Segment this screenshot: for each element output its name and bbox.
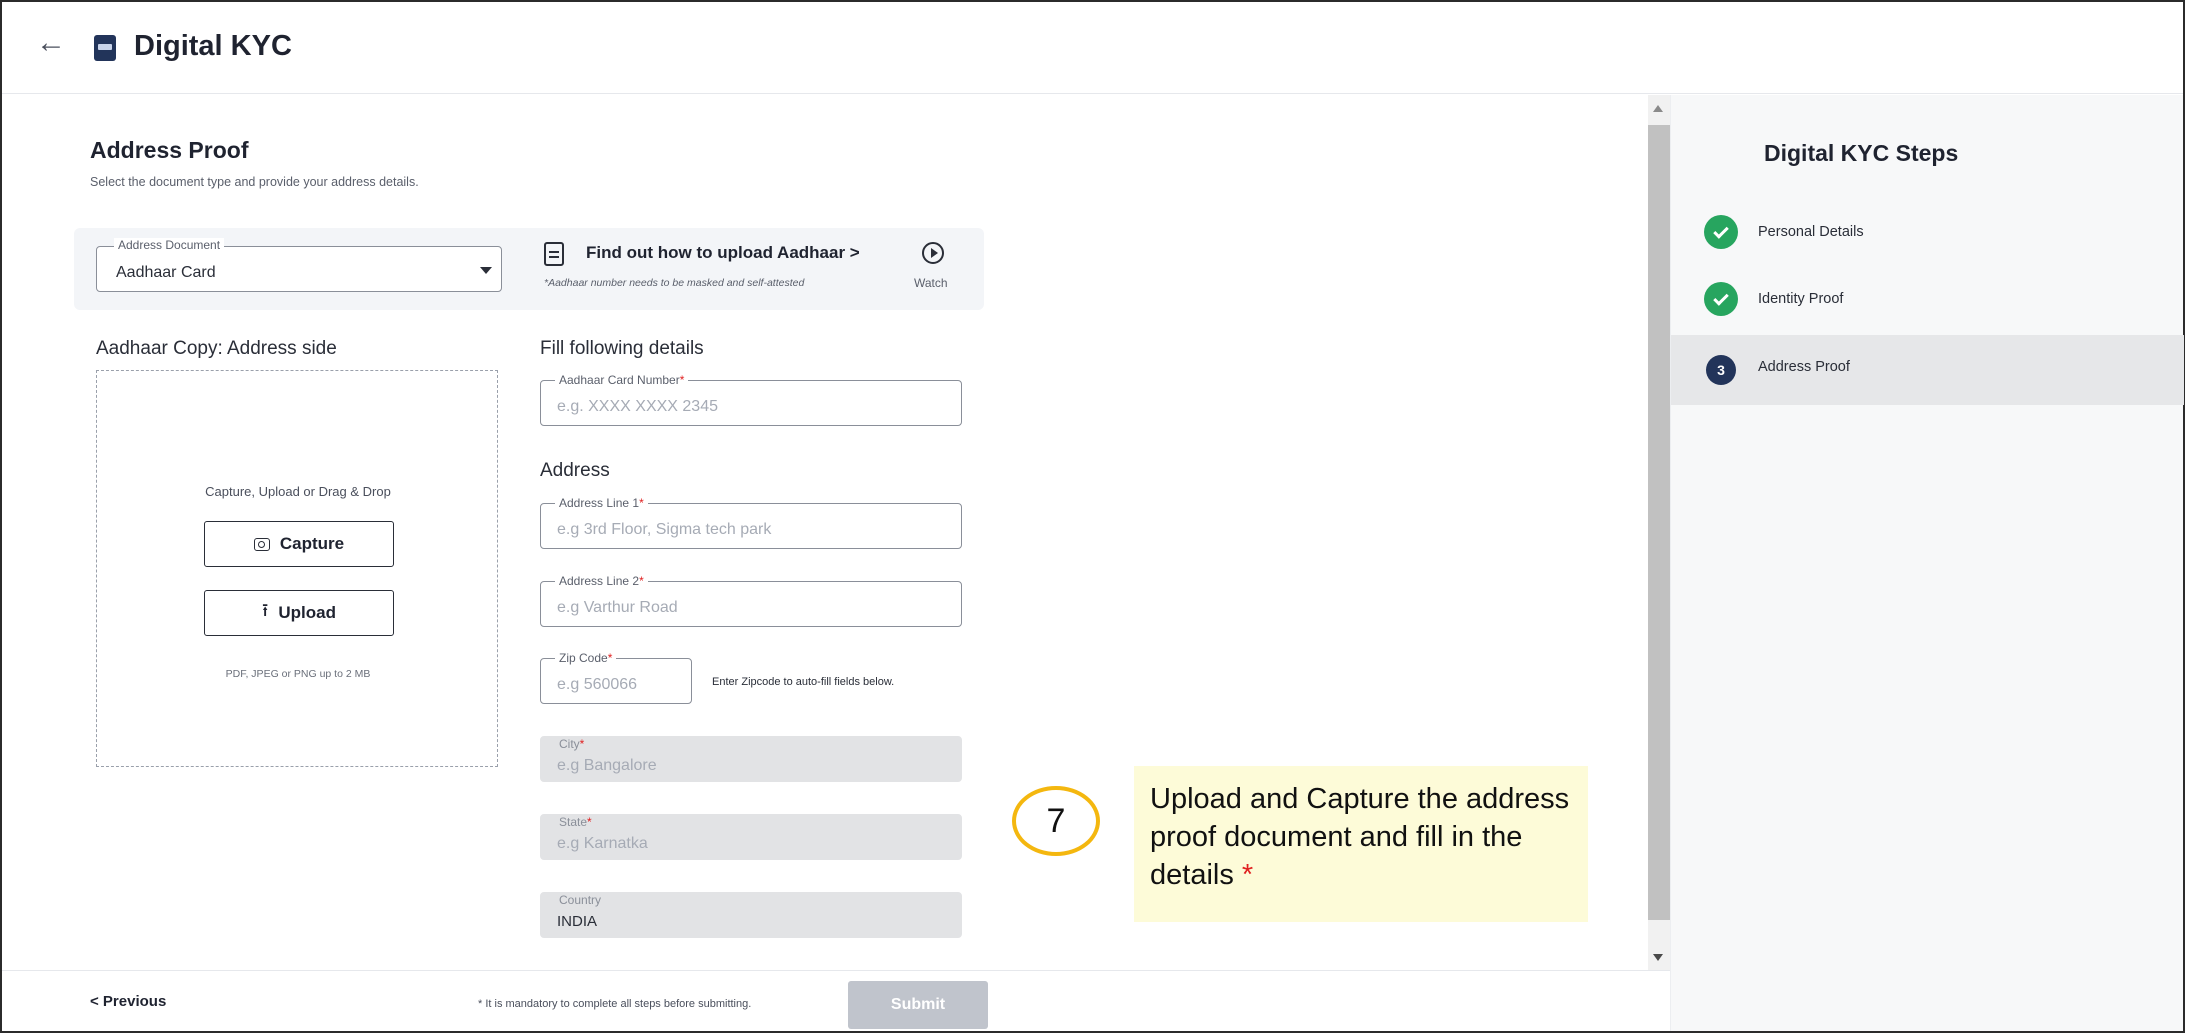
step-label: Address Proof <box>1758 359 1850 375</box>
caret-down-icon[interactable] <box>480 267 492 274</box>
city-field: City* e.g Bangalore <box>540 736 962 782</box>
aadhaar-number-field[interactable]: Aadhaar Card Number* e.g. XXXX XXXX 2345 <box>540 373 962 426</box>
aadhaar-number-placeholder: e.g. XXXX XXXX 2345 <box>557 398 718 415</box>
zip-code-field[interactable]: Zip Code* e.g 560066 <box>540 651 692 704</box>
play-icon[interactable] <box>922 242 944 264</box>
address-line2-label: Address Line 2* <box>555 574 648 588</box>
required-mark: * <box>639 574 644 588</box>
watch-label[interactable]: Watch <box>914 276 948 290</box>
drop-text: Capture, Upload or Drag & Drop <box>205 484 391 499</box>
step-label: Personal Details <box>1758 224 1864 240</box>
capture-label: Capture <box>279 534 345 553</box>
mandatory-note: * It is mandatory to complete all steps … <box>478 998 752 1010</box>
submit-button[interactable]: Submit <box>848 981 988 1029</box>
upload-label: Upload <box>278 603 336 622</box>
state-placeholder: e.g Karnatka <box>557 835 648 852</box>
step-item-personal-details[interactable]: Personal Details <box>1671 198 2184 268</box>
step-item-identity-proof[interactable]: Identity Proof <box>1671 265 2184 335</box>
step-label: Identity Proof <box>1758 291 1844 307</box>
state-field: State* e.g Karnatka <box>540 814 962 860</box>
check-circle-icon <box>1704 282 1738 316</box>
zip-code-label-text: Zip Code <box>559 651 608 665</box>
section-subtitle: Select the document type and provide you… <box>90 175 419 189</box>
form-title: Fill following details <box>540 338 704 359</box>
zip-hint: Enter Zipcode to auto-fill fields below. <box>712 676 895 688</box>
app-header: ← Digital KYC <box>2 2 2183 94</box>
upload-button[interactable]: ⭱ Upload <box>204 590 394 636</box>
country-value: INDIA <box>557 913 598 930</box>
annotation-callout: Upload and Capture the address proof doc… <box>1134 766 1588 922</box>
address-line2-label-text: Address Line 2 <box>559 574 640 588</box>
required-mark: * <box>639 496 644 510</box>
kyc-steps-panel: Digital KYC Steps Personal Details Ident… <box>1670 95 2184 1031</box>
address-title: Address <box>540 460 610 481</box>
upload-icon: ⭱ <box>262 600 269 620</box>
aadhaar-mask-note: *Aadhaar number needs to be masked and s… <box>544 277 805 289</box>
required-mark: * <box>679 373 685 387</box>
app-title: Digital KYC <box>134 30 292 62</box>
kyc-document-icon <box>94 35 116 61</box>
annotation-mark: * <box>1241 859 1254 891</box>
file-hint: PDF, JPEG or PNG up to 2 MB <box>225 668 371 680</box>
zip-code-placeholder: e.g 560066 <box>557 676 638 693</box>
address-line1-label-text: Address Line 1 <box>559 496 640 510</box>
capture-button[interactable]: Capture <box>204 521 394 567</box>
check-circle-icon <box>1704 215 1738 249</box>
state-label-text: State <box>559 815 588 829</box>
address-line1-field[interactable]: Address Line 1* e.g 3rd Floor, Sigma tec… <box>540 496 962 549</box>
required-mark: * <box>607 651 613 665</box>
section-title: Address Proof <box>90 137 249 163</box>
address-document-value: Aadhaar Card <box>116 264 216 281</box>
country-label: Country <box>555 893 606 907</box>
aadhaar-number-label: Aadhaar Card Number* <box>555 373 689 387</box>
step-item-address-proof[interactable]: 3 Address Proof <box>1671 335 2184 405</box>
address-line2-field[interactable]: Address Line 2* e.g Varthur Road <box>540 574 962 627</box>
form-footer: < Previous * It is mandatory to complete… <box>2 970 1670 1031</box>
address-line1-label: Address Line 1* <box>555 496 648 510</box>
address-line2-placeholder: e.g Varthur Road <box>557 599 678 616</box>
country-field: Country INDIA <box>540 892 962 938</box>
address-document-legend: Address Document <box>114 238 225 252</box>
city-label: City* <box>555 737 589 751</box>
scroll-up-arrow-icon[interactable] <box>1653 105 1663 112</box>
annotation-step-badge: 7 <box>1012 786 1100 856</box>
city-label-text: City <box>559 737 580 751</box>
camera-icon <box>253 537 270 551</box>
annotation-text: Upload and Capture the address proof doc… <box>1150 783 1570 891</box>
aadhaar-number-label-text: Aadhaar Card Number <box>559 373 680 387</box>
address-line1-placeholder: e.g 3rd Floor, Sigma tech park <box>557 521 772 538</box>
state-label: State* <box>555 815 596 829</box>
upload-title: Aadhaar Copy: Address side <box>96 338 337 359</box>
previous-button[interactable]: < Previous <box>90 993 166 1010</box>
city-placeholder: e.g Bangalore <box>557 757 657 774</box>
zip-code-label: Zip Code* <box>555 651 617 665</box>
required-mark: * <box>587 815 592 829</box>
steps-title: Digital KYC Steps <box>1764 140 1959 166</box>
scrollbar-thumb[interactable] <box>1648 125 1670 920</box>
required-mark: * <box>579 737 585 751</box>
step-number-badge: 3 <box>1706 355 1736 385</box>
document-icon <box>544 242 564 266</box>
drop-zone[interactable]: Capture, Upload or Drag & Drop Capture ⭱… <box>96 370 498 767</box>
scroll-down-arrow-icon[interactable] <box>1653 954 1663 961</box>
back-arrow-icon[interactable]: ← <box>36 28 66 58</box>
find-out-upload-link[interactable]: Find out how to upload Aadhaar > <box>586 243 860 263</box>
